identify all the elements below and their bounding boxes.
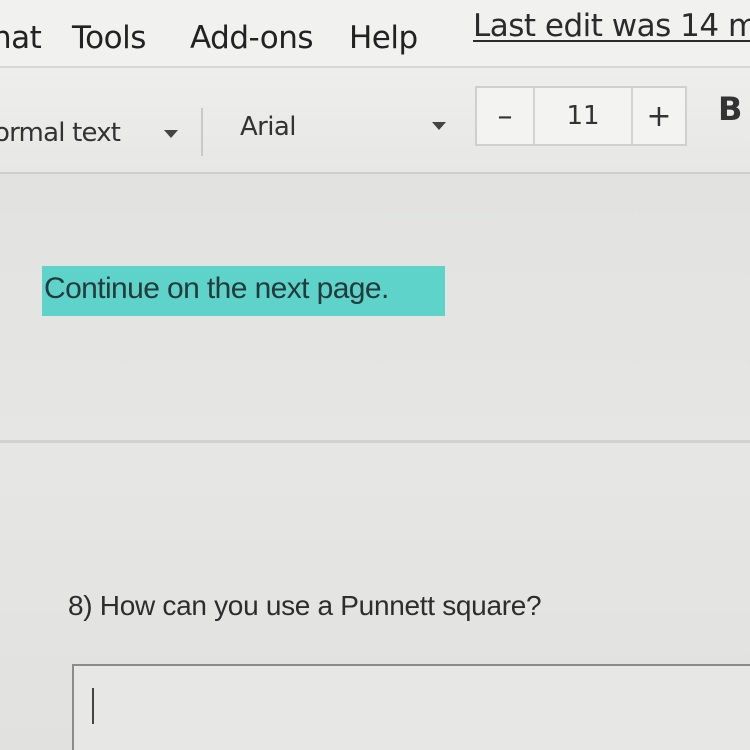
answer-text-box[interactable] — [72, 664, 750, 750]
decrease-font-size-button[interactable]: – — [477, 88, 535, 144]
menu-bar: nat Tools Add-ons Help Last edit was 14 … — [0, 0, 750, 66]
page-break — [0, 440, 750, 443]
bold-button[interactable]: B — [718, 90, 742, 128]
highlighted-text[interactable]: Continue on the next page. — [44, 272, 389, 306]
font-size-control: – 11 + — [475, 86, 687, 146]
toolbar-divider — [201, 108, 203, 156]
last-edit-link[interactable]: Last edit was 14 m — [473, 8, 750, 44]
font-size-input[interactable]: 11 — [535, 88, 631, 144]
menu-add-ons[interactable]: Add-ons — [190, 20, 314, 56]
text-cursor — [92, 688, 94, 724]
paragraph-style-select[interactable]: ormal text — [0, 118, 121, 148]
menu-format[interactable]: nat — [0, 20, 42, 56]
toolbar: ormal text Arial – 11 + B — [0, 66, 750, 174]
increase-font-size-button[interactable]: + — [631, 88, 685, 144]
menu-help[interactable]: Help — [349, 20, 418, 56]
menu-tools[interactable]: Tools — [72, 20, 146, 56]
font-family-select[interactable]: Arial — [240, 112, 296, 142]
document-canvas[interactable]: Continue on the next page. 8) How can yo… — [0, 174, 750, 750]
question-text[interactable]: 8) How can you use a Punnett square? — [68, 590, 542, 622]
chevron-down-icon[interactable] — [164, 130, 178, 138]
chevron-down-icon[interactable] — [432, 122, 446, 130]
